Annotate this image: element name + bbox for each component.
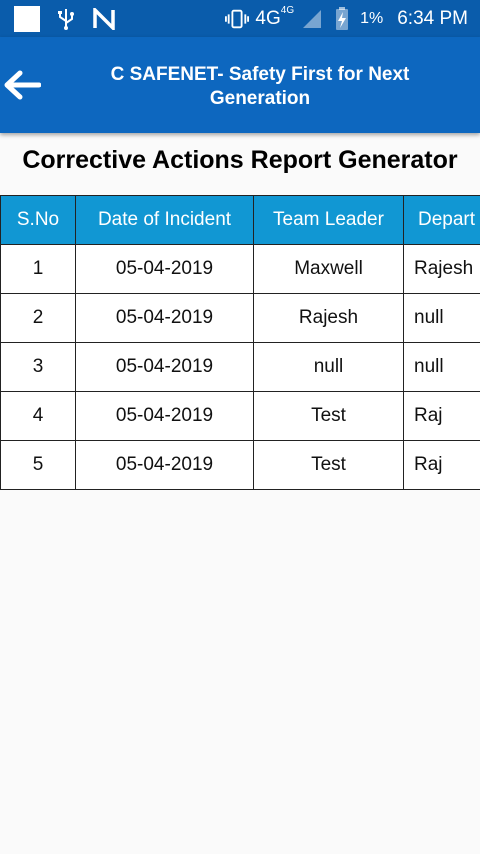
status-bar: 4G4G 1% 6:34 PM: [0, 0, 480, 37]
page-title: Corrective Actions Report Generator: [22, 146, 458, 174]
signal-icon: [300, 7, 324, 31]
table-row[interactable]: 2 05-04-2019 Rajesh null: [0, 293, 480, 343]
table-row[interactable]: 3 05-04-2019 null null: [0, 342, 480, 392]
battery-charging-icon: [330, 6, 354, 31]
vibrate-icon: [225, 7, 250, 31]
cell-department: null: [403, 293, 480, 343]
cell-date: 05-04-2019: [75, 342, 254, 392]
cell-sno: 3: [0, 342, 76, 392]
cell-team-leader: null: [253, 342, 404, 392]
column-header-date: Date of Incident: [75, 195, 254, 245]
n-notification-icon: [92, 7, 116, 31]
battery-percent: 1%: [360, 9, 384, 27]
cell-date: 05-04-2019: [75, 391, 254, 441]
cell-sno: 4: [0, 391, 76, 441]
cell-sno: 1: [0, 244, 76, 294]
back-button[interactable]: [2, 65, 42, 105]
cell-team-leader: Rajesh: [253, 293, 404, 343]
column-header-team-leader: Team Leader: [253, 195, 404, 245]
notification-square-icon: [14, 5, 40, 32]
table-row[interactable]: 4 05-04-2019 Test Raj: [0, 391, 480, 441]
cell-team-leader: Maxwell: [253, 244, 404, 294]
report-table-container[interactable]: S.No Date of Incident Team Leader Depart…: [0, 195, 480, 490]
table-header-row: S.No Date of Incident Team Leader Depart: [0, 195, 480, 245]
table-row[interactable]: 5 05-04-2019 Test Raj: [0, 440, 480, 490]
cell-department: Rajesh: [403, 244, 480, 294]
cell-date: 05-04-2019: [75, 440, 254, 490]
cell-sno: 2: [0, 293, 76, 343]
column-header-department: Depart: [403, 195, 480, 245]
cell-team-leader: Test: [253, 391, 404, 441]
usb-icon: [54, 7, 78, 31]
app-title: C SAFENET- Safety First for Next Generat…: [110, 64, 410, 109]
cell-department: Raj: [403, 391, 480, 441]
report-table: S.No Date of Incident Team Leader Depart…: [0, 195, 480, 490]
cell-sno: 5: [0, 440, 76, 490]
arrow-left-icon: [4, 70, 41, 100]
clock: 6:34 PM: [397, 7, 468, 29]
cell-date: 05-04-2019: [75, 244, 254, 294]
app-bar: C SAFENET- Safety First for Next Generat…: [0, 37, 480, 133]
network-type: 4G4G: [255, 5, 295, 29]
column-header-sno: S.No: [0, 195, 76, 245]
table-row[interactable]: 1 05-04-2019 Maxwell Rajesh: [0, 244, 480, 294]
cell-team-leader: Test: [253, 440, 404, 490]
cell-department: Raj: [403, 440, 480, 490]
cell-date: 05-04-2019: [75, 293, 254, 343]
cell-department: null: [403, 342, 480, 392]
